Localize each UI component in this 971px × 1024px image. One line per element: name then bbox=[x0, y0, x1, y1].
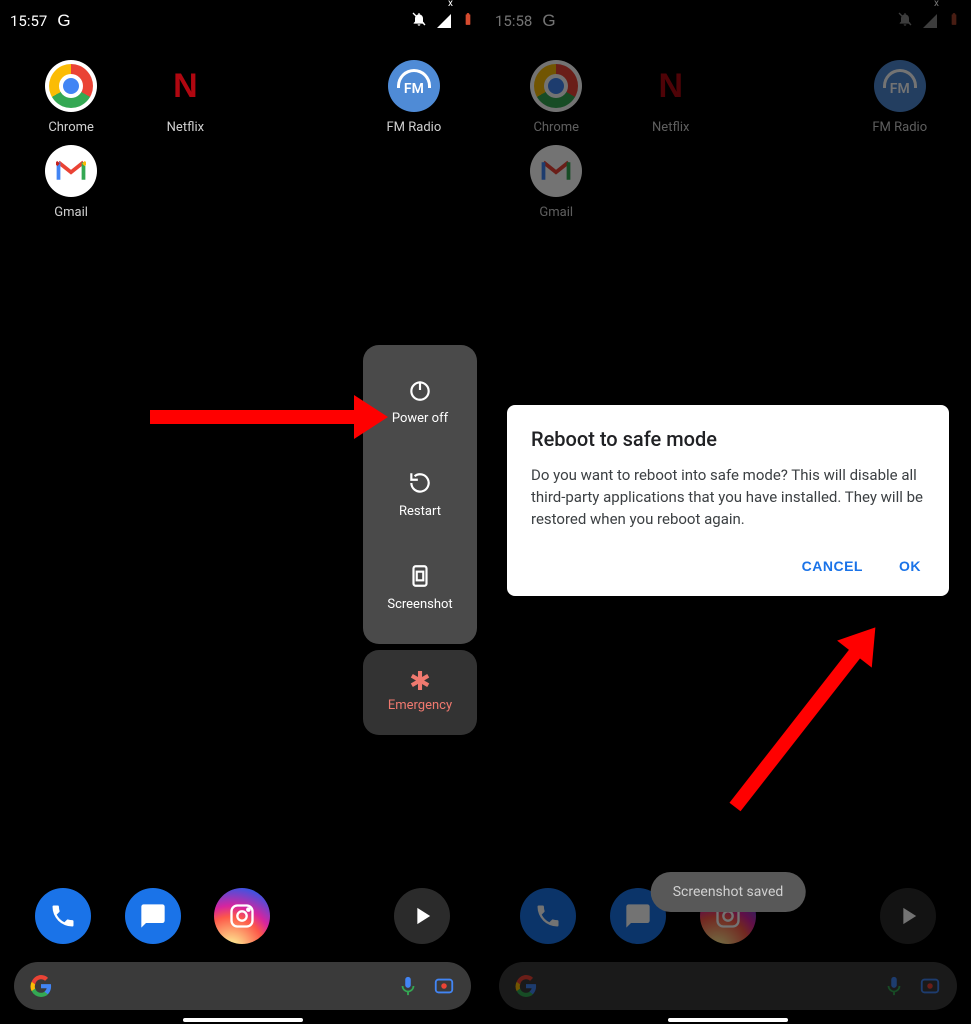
emergency-label: Emergency bbox=[388, 698, 452, 713]
messages-app[interactable] bbox=[125, 888, 181, 944]
google-search-bar[interactable] bbox=[14, 962, 471, 1010]
emergency-button[interactable]: ✱ Emergency bbox=[363, 650, 477, 735]
status-bar: 15:57 G x bbox=[0, 0, 485, 38]
messages-icon bbox=[624, 902, 652, 930]
app-chrome[interactable]: Chrome bbox=[14, 60, 128, 135]
power-icon bbox=[407, 377, 433, 403]
screenshot-label: Screenshot bbox=[387, 597, 452, 612]
annotation-arrow bbox=[729, 645, 863, 811]
fmradio-icon: FM bbox=[874, 60, 926, 112]
app-label: Netflix bbox=[652, 120, 689, 135]
ok-button[interactable]: OK bbox=[895, 550, 925, 582]
dnd-icon bbox=[411, 11, 427, 31]
status-time: 15:57 bbox=[10, 12, 47, 30]
gmail-icon bbox=[530, 145, 582, 197]
google-search-bar[interactable] bbox=[499, 962, 957, 1010]
app-label: Gmail bbox=[54, 205, 88, 220]
lens-icon[interactable] bbox=[919, 975, 941, 997]
nav-bar-pill[interactable] bbox=[183, 1018, 303, 1022]
app-chrome[interactable]: Chrome bbox=[499, 60, 614, 135]
annotation-arrow bbox=[150, 410, 360, 424]
status-time: 15:58 bbox=[495, 12, 532, 30]
google-indicator-icon: G bbox=[542, 11, 555, 31]
dock bbox=[0, 888, 485, 944]
cancel-button[interactable]: CANCEL bbox=[798, 550, 867, 582]
app-label: Gmail bbox=[539, 205, 573, 220]
screenshot-icon bbox=[407, 563, 433, 589]
signal-icon: x bbox=[437, 14, 451, 28]
power-off-label: Power off bbox=[392, 411, 448, 426]
google-g-icon bbox=[30, 975, 52, 997]
app-netflix[interactable]: N Netflix bbox=[128, 60, 242, 135]
nav-bar-pill[interactable] bbox=[668, 1018, 788, 1022]
instagram-icon bbox=[228, 902, 256, 930]
app-gmail[interactable]: Gmail bbox=[14, 145, 128, 220]
mic-icon[interactable] bbox=[397, 975, 419, 997]
gmail-icon bbox=[45, 145, 97, 197]
dnd-icon bbox=[897, 11, 913, 31]
app-label: FM Radio bbox=[872, 120, 927, 135]
phone-app[interactable] bbox=[35, 888, 91, 944]
signal-icon: x bbox=[923, 14, 937, 28]
mic-icon[interactable] bbox=[883, 975, 905, 997]
app-fmradio[interactable]: FM FM Radio bbox=[357, 60, 471, 135]
netflix-icon: N bbox=[159, 60, 211, 112]
restart-icon bbox=[407, 470, 433, 496]
lens-icon[interactable] bbox=[433, 975, 455, 997]
app-label: FM Radio bbox=[387, 120, 442, 135]
chrome-icon bbox=[45, 60, 97, 112]
netflix-icon: N bbox=[645, 60, 697, 112]
phone-icon bbox=[534, 902, 562, 930]
battery-icon bbox=[461, 10, 475, 32]
restart-button[interactable]: Restart bbox=[363, 448, 477, 541]
screenshot-right: 15:58 G x Chrome N bbox=[485, 0, 971, 1024]
app-label: Netflix bbox=[167, 120, 204, 135]
toast-text: Screenshot saved bbox=[673, 884, 784, 900]
app-grid: Chrome N Netflix . FM FM Radio Gmail bbox=[0, 38, 485, 220]
app-netflix[interactable]: N Netflix bbox=[614, 60, 729, 135]
phone-icon bbox=[49, 902, 77, 930]
app-label: Chrome bbox=[48, 120, 94, 135]
restart-label: Restart bbox=[399, 504, 441, 519]
app-grid: Chrome N Netflix . FM FM Radio Gmail bbox=[485, 38, 971, 220]
play-icon bbox=[408, 902, 436, 930]
messages-icon bbox=[139, 902, 167, 930]
status-bar: 15:58 G x bbox=[485, 0, 971, 38]
fmradio-icon: FM bbox=[388, 60, 440, 112]
play-store-app[interactable] bbox=[394, 888, 450, 944]
play-store-app[interactable] bbox=[880, 888, 936, 944]
app-label: Chrome bbox=[533, 120, 579, 135]
toast-notification: Screenshot saved bbox=[651, 872, 806, 912]
battery-icon bbox=[947, 10, 961, 32]
google-indicator-icon: G bbox=[57, 11, 70, 31]
app-fmradio[interactable]: FM FM Radio bbox=[843, 60, 958, 135]
chrome-icon bbox=[530, 60, 582, 112]
app-gmail[interactable]: Gmail bbox=[499, 145, 614, 220]
play-icon bbox=[894, 902, 922, 930]
instagram-app[interactable] bbox=[214, 888, 270, 944]
screenshot-left: 15:57 G x Chrome N bbox=[0, 0, 485, 1024]
dialog-body: Do you want to reboot into safe mode? Th… bbox=[531, 465, 925, 530]
phone-app[interactable] bbox=[520, 888, 576, 944]
dialog-title: Reboot to safe mode bbox=[531, 427, 925, 451]
emergency-icon: ✱ bbox=[409, 672, 431, 692]
google-g-icon bbox=[515, 975, 537, 997]
screenshot-button[interactable]: Screenshot bbox=[363, 541, 477, 634]
safe-mode-dialog: Reboot to safe mode Do you want to reboo… bbox=[507, 405, 949, 596]
